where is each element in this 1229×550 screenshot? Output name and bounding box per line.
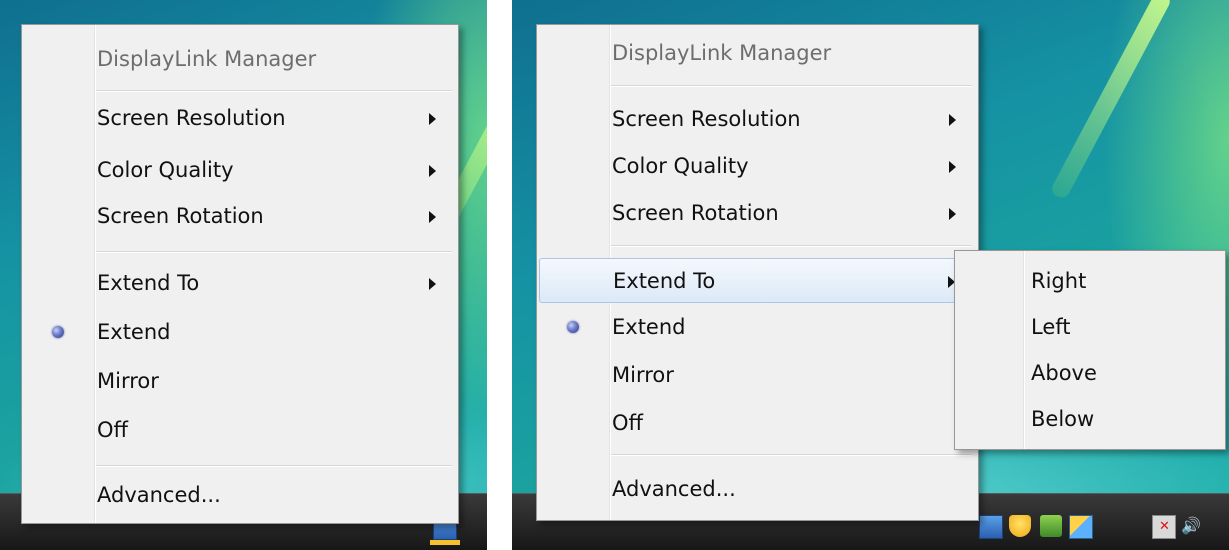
submenu-item-right[interactable]: Right [955, 258, 1225, 305]
screenshot-right: 🔊 DisplayLink Manager Screen Resolution … [512, 0, 1229, 550]
menu-item-label: Mirror [97, 369, 159, 393]
menu-item-screen-rotation[interactable]: Screen Rotation [22, 194, 458, 239]
menu-item-label: Screen Resolution [612, 107, 801, 131]
menu-item-screen-resolution[interactable]: Screen Resolution [22, 96, 458, 141]
extend-to-submenu: Right Left Above Below [954, 250, 1226, 450]
menu-item-color-quality[interactable]: Color Quality [22, 148, 458, 193]
submenu-arrow-icon [429, 278, 436, 290]
update-icon[interactable] [1040, 515, 1062, 537]
submenu-arrow-icon [429, 113, 436, 125]
menu-item-label: Advanced... [612, 477, 736, 501]
submenu-arrow-icon [429, 211, 436, 223]
shield-icon[interactable] [1009, 515, 1031, 537]
menu-item-off[interactable]: Off [537, 401, 978, 446]
menu-item-label: Screen Resolution [97, 106, 286, 130]
menu-separator [96, 251, 452, 253]
submenu-item-above[interactable]: Above [955, 350, 1225, 397]
menu-item-color-quality[interactable]: Color Quality [537, 144, 978, 189]
menu-item-label: Off [612, 411, 643, 435]
menu-item-extend-to[interactable]: Extend To [539, 258, 976, 303]
displaylink-context-menu: DisplayLink Manager Screen Resolution Co… [536, 24, 979, 521]
menu-separator [611, 85, 972, 87]
radio-selected-icon [567, 321, 579, 333]
menu-item-label: Extend [97, 320, 171, 344]
menu-item-label: Color Quality [97, 158, 234, 182]
menu-separator [611, 454, 972, 456]
menu-item-extend[interactable]: Extend [537, 305, 978, 350]
menu-separator [96, 465, 452, 467]
radio-selected-icon [52, 326, 64, 338]
menu-item-label: Off [97, 418, 128, 442]
menu-item-label: Extend To [97, 271, 200, 295]
menu-item-mirror[interactable]: Mirror [22, 359, 458, 404]
menu-item-label: Mirror [612, 363, 674, 387]
menu-item-label: Advanced... [97, 483, 221, 507]
menu-item-mirror[interactable]: Mirror [537, 353, 978, 398]
displaylink-context-menu: DisplayLink Manager Screen Resolution Co… [21, 24, 459, 524]
submenu-item-left[interactable]: Left [955, 304, 1225, 351]
network-icon[interactable] [1152, 515, 1176, 539]
menu-item-label: Color Quality [612, 154, 749, 178]
menu-title: DisplayLink Manager [97, 47, 317, 71]
menu-item-screen-rotation[interactable]: Screen Rotation [537, 191, 978, 236]
menu-item-label: Extend [612, 315, 686, 339]
menu-item-advanced[interactable]: Advanced... [537, 467, 978, 512]
menu-item-screen-resolution[interactable]: Screen Resolution [537, 97, 978, 142]
speaker-icon[interactable]: 🔊 [1180, 515, 1202, 537]
menu-item-advanced[interactable]: Advanced... [22, 473, 458, 518]
menu-separator [96, 90, 452, 92]
submenu-arrow-icon [949, 208, 956, 220]
screenshot-left: DisplayLink Manager Screen Resolution Co… [0, 0, 487, 550]
submenu-arrow-icon [949, 114, 956, 126]
menu-item-off[interactable]: Off [22, 408, 458, 453]
window-icon[interactable] [1069, 515, 1093, 539]
menu-item-label: Screen Rotation [97, 204, 264, 228]
submenu-arrow-icon [429, 165, 436, 177]
menu-separator [611, 245, 972, 247]
menu-item-label: Extend To [613, 269, 716, 293]
menu-item-extend-to[interactable]: Extend To [22, 261, 458, 306]
submenu-arrow-icon [949, 161, 956, 173]
menu-item-extend[interactable]: Extend [22, 310, 458, 355]
monitor-icon[interactable] [979, 515, 1003, 539]
menu-title: DisplayLink Manager [612, 41, 832, 65]
menu-item-label: Screen Rotation [612, 201, 779, 225]
submenu-item-below[interactable]: Below [955, 396, 1225, 443]
